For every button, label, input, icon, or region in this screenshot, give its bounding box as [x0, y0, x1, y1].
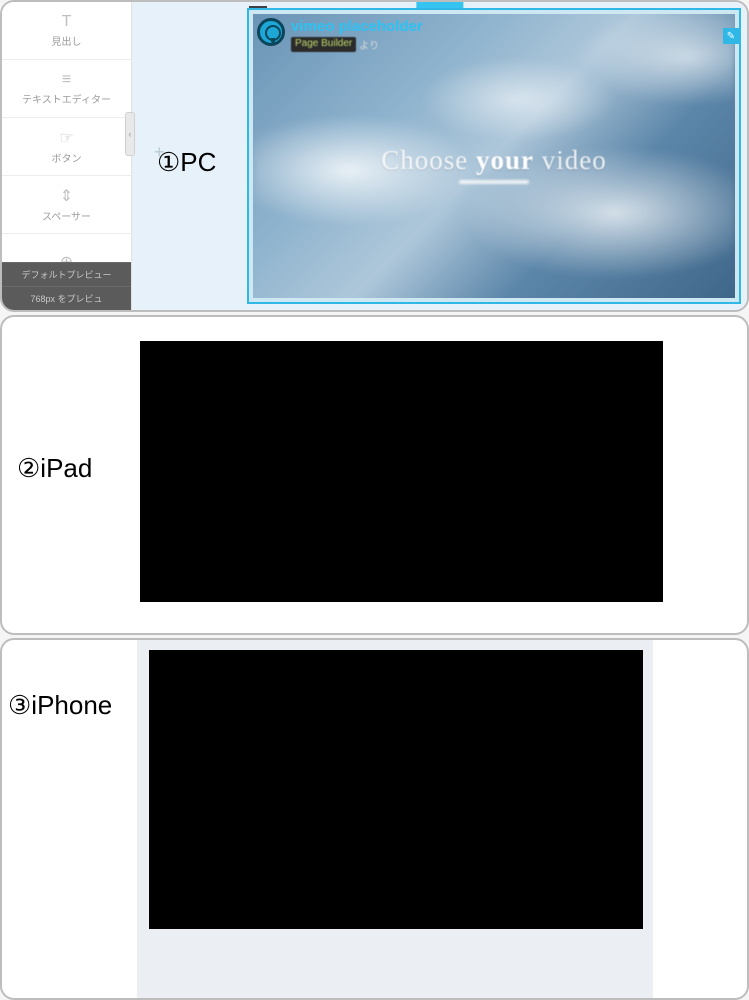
sidebar-item-label: スペーサー [42, 208, 91, 223]
sidebar-item-button[interactable]: ☞ ボタン [2, 118, 131, 176]
sidebar-item-label: 見出し [52, 33, 82, 48]
vimeo-title: vimeo placeholder [291, 18, 423, 35]
text-editor-icon: ≡ [62, 71, 71, 89]
panel-label-iphone: ③iPhone [8, 690, 112, 721]
button-icon: ☞ [59, 128, 73, 148]
spacer-icon: ⇕ [60, 186, 73, 206]
panel-label-pc: ①PC [157, 147, 216, 178]
video-overlay-text: Choose your video [253, 145, 735, 184]
sidebar-item-heading[interactable]: T 見出し [2, 2, 131, 60]
heading-icon: T [62, 13, 72, 31]
vimeo-source-suffix: より [359, 37, 379, 52]
vimeo-module[interactable]: vimeo placeholder Page Builder より Choose… [253, 14, 735, 298]
panel-pc: ①PC T 見出し ≡ テキストエディター ☞ ボタン ⇕ スペーサー [0, 0, 749, 312]
vimeo-badge: vimeo placeholder Page Builder より [257, 18, 423, 52]
sidebar-collapse-handle[interactable]: ‹ [125, 112, 135, 156]
preview-default[interactable]: デフォルトプレビュー [2, 262, 131, 286]
text-underline [459, 180, 529, 184]
selected-column[interactable]: vimeo placeholder Page Builder より Choose… [247, 8, 741, 304]
panel-label-ipad: ②iPad [17, 453, 92, 484]
sidebar-item-text-editor[interactable]: ≡ テキストエディター [2, 60, 131, 118]
ipad-video-placeholder [140, 341, 663, 602]
builder-sidebar: T 見出し ≡ テキストエディター ☞ ボタン ⇕ スペーサー ⊕ [2, 2, 132, 310]
vimeo-avatar-icon [257, 18, 285, 46]
builder-canvas[interactable]: ‹ ＋ ≡ × + ▦ vimeo placeholder [132, 2, 747, 310]
preview-768[interactable]: 768px をプレビュ [2, 286, 131, 310]
iphone-video-placeholder [149, 650, 643, 929]
module-edit-icon[interactable]: ✎ [723, 28, 739, 44]
vimeo-source-chip: Page Builder [291, 37, 356, 52]
sidebar-item-label: ボタン [52, 150, 82, 165]
pc-builder-ui: T 見出し ≡ テキストエディター ☞ ボタン ⇕ スペーサー ⊕ [2, 2, 747, 310]
sidebar-item-label: テキストエディター [22, 91, 111, 106]
sidebar-preview-footer: デフォルトプレビュー 768px をプレビュ [2, 262, 131, 310]
panel-ipad: ②iPad [0, 315, 749, 635]
sidebar-item-spacer[interactable]: ⇕ スペーサー [2, 176, 131, 234]
panel-iphone: ③iPhone [0, 638, 749, 1000]
